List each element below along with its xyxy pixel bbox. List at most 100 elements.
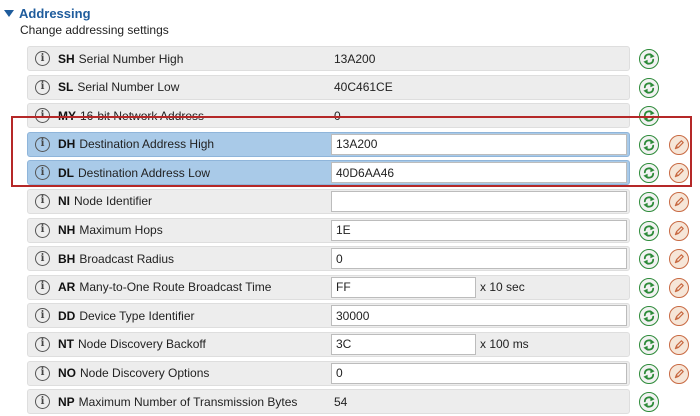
param-code: BH: [58, 251, 76, 266]
read-param-button[interactable]: [639, 363, 659, 384]
param-code: NO: [58, 366, 76, 381]
caret-down-icon[interactable]: [4, 10, 14, 17]
param-name: Node Discovery Options: [80, 366, 210, 381]
param-row-dd: i DD Device Type Identifier: [0, 301, 700, 330]
param-row-sh: i SH Serial Number High 13A200: [0, 44, 700, 73]
param-name: Maximum Hops: [79, 223, 163, 238]
write-param-button[interactable]: [669, 249, 689, 270]
write-param-button[interactable]: [669, 334, 689, 355]
param-value-readonly: 40C461CE: [334, 80, 393, 95]
param-value-input-ar[interactable]: [331, 276, 476, 298]
param-value-readonly: 13A200: [334, 51, 376, 66]
param-name: 16-bit Network Address: [80, 108, 205, 123]
param-value-input-dl[interactable]: [331, 162, 627, 184]
param-name: Device Type Identifier: [79, 308, 195, 323]
refresh-arrows-icon: [643, 81, 655, 94]
info-icon[interactable]: i: [35, 193, 50, 209]
param-code: SL: [58, 80, 74, 95]
param-name: Maximum Number of Transmission Bytes: [78, 394, 298, 409]
param-label: DH Destination Address High: [58, 132, 214, 157]
refresh-arrows-icon: [643, 196, 655, 208]
read-param-button[interactable]: [639, 77, 659, 98]
section-title: Addressing: [19, 5, 91, 21]
param-label: NT Node Discovery Backoff: [58, 332, 206, 357]
read-param-button[interactable]: [639, 334, 659, 355]
info-icon[interactable]: i: [35, 79, 50, 95]
param-row-dh: i DH Destination Address High: [0, 130, 700, 159]
param-row-bh: i BH Broadcast Radius: [0, 244, 700, 273]
param-label: NH Maximum Hops: [58, 218, 163, 243]
refresh-arrows-icon: [643, 253, 655, 265]
param-name: Destination Address Low: [78, 165, 211, 180]
param-unit-suffix: x 10 sec: [480, 280, 525, 295]
read-param-button[interactable]: [639, 220, 659, 241]
param-row-ni: i NI Node Identifier: [0, 187, 700, 216]
param-row-ar: i ARMany-to-One Route Broadcast Time x 10 …: [0, 273, 700, 302]
param-name: Node Identifier: [74, 194, 153, 209]
param-label: MY 16-bit Network Address: [58, 103, 204, 128]
param-value-input-no[interactable]: [331, 362, 627, 384]
read-param-button[interactable]: [639, 134, 659, 155]
param-value-input-bh[interactable]: [331, 248, 627, 270]
param-code: DL: [58, 165, 74, 180]
param-label: DL Destination Address Low: [58, 160, 210, 185]
param-label: NO Node Discovery Options: [58, 361, 209, 386]
param-name: Broadcast Radius: [79, 251, 175, 266]
param-name: Many-to-One Route Broadcast Time: [79, 280, 272, 295]
pencil-icon: [674, 368, 684, 378]
param-label: SL Serial Number Low: [58, 75, 179, 100]
param-value-input-dh[interactable]: [331, 133, 627, 155]
param-value-input-nt[interactable]: [331, 333, 476, 355]
param-row-dl: i DL Destination Address Low: [0, 158, 700, 187]
read-param-button[interactable]: [639, 277, 659, 298]
pencil-icon: [674, 197, 684, 207]
section-header-addressing[interactable]: Addressing: [4, 4, 91, 22]
param-label: NP Maximum Number of Transmission Bytes: [58, 389, 297, 414]
refresh-arrows-icon: [643, 167, 655, 179]
info-icon[interactable]: i: [35, 136, 50, 152]
param-code: NP: [58, 394, 75, 409]
param-code: NT: [58, 337, 74, 352]
info-icon[interactable]: i: [35, 279, 50, 295]
param-code: NI: [58, 194, 70, 209]
write-param-button[interactable]: [669, 277, 689, 298]
param-unit-suffix: x 100 ms: [480, 337, 529, 352]
read-param-button[interactable]: [639, 392, 659, 413]
refresh-arrows-icon: [643, 53, 655, 65]
param-label: DD Device Type Identifier: [58, 303, 195, 328]
write-param-button[interactable]: [669, 163, 689, 184]
pencil-icon: [674, 340, 684, 350]
param-value-input-dd[interactable]: [331, 305, 627, 327]
param-value-input-ni[interactable]: [331, 190, 627, 212]
write-param-button[interactable]: [669, 363, 689, 384]
write-param-button[interactable]: [669, 191, 689, 212]
read-param-button[interactable]: [639, 306, 659, 327]
info-icon[interactable]: i: [35, 336, 50, 352]
read-param-button[interactable]: [639, 163, 659, 184]
read-param-button[interactable]: [639, 106, 659, 127]
param-row-np: i NP Maximum Number of Transmission Bytes 5…: [0, 387, 700, 416]
param-value-readonly: 54: [334, 394, 348, 409]
info-icon[interactable]: i: [35, 51, 50, 66]
refresh-arrows-icon: [643, 224, 655, 237]
read-param-button[interactable]: [639, 249, 659, 270]
info-icon[interactable]: i: [35, 365, 50, 381]
read-param-button[interactable]: [639, 191, 659, 212]
pencil-icon: [674, 139, 684, 149]
param-code: NH: [58, 223, 76, 238]
refresh-arrows-icon: [643, 139, 655, 151]
param-row-no: i NO Node Discovery Options: [0, 359, 700, 388]
refresh-arrows-icon: [643, 110, 655, 122]
write-param-button[interactable]: [669, 134, 689, 155]
param-code: DD: [58, 308, 76, 323]
read-param-button[interactable]: [639, 49, 659, 69]
write-param-button[interactable]: [669, 306, 689, 327]
info-icon[interactable]: i: [35, 222, 50, 238]
refresh-arrows-icon: [643, 339, 655, 351]
refresh-arrows-icon: [643, 282, 655, 294]
param-row-my: i MY 16-bit Network Address 0: [0, 101, 700, 130]
write-param-button[interactable]: [669, 220, 689, 241]
param-value-input-nh[interactable]: [331, 219, 627, 241]
pencil-icon: [674, 225, 684, 235]
parameter-list: i SH Serial Number High 13A200 i SL Serial Num…: [0, 44, 700, 416]
